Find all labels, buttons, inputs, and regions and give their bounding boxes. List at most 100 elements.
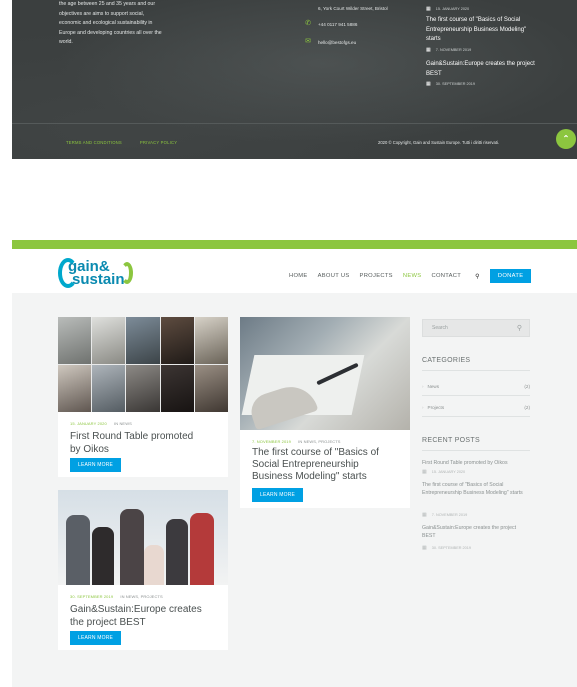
footer-phone-row[interactable]: ✆ +44 0117 941 5886: [304, 20, 357, 28]
post-date: 15. JANUARY 2020: [435, 7, 470, 11]
search-input[interactable]: Search: [432, 325, 448, 331]
map-pin-icon: [304, 4, 312, 12]
calendar-icon: ▦: [426, 6, 431, 12]
post-categories: IN NEWS, PROJECTS: [298, 439, 341, 444]
footer-phone[interactable]: +44 0117 941 5886: [318, 22, 357, 27]
site-logo[interactable]: gain& sustain: [58, 258, 133, 288]
learn-more-button[interactable]: LEARN MORE: [252, 488, 304, 502]
learn-more-button[interactable]: LEARN MORE: [70, 458, 122, 472]
nav-projects[interactable]: PROJECTS: [360, 273, 393, 279]
footer-post[interactable]: The first course of "Basics of Social En…: [426, 16, 541, 53]
calendar-icon: ▦: [426, 46, 431, 53]
recent-post-link[interactable]: The first course of "Basics of Social En…: [422, 481, 527, 498]
post-date: 7. NOVEMBER 2019: [435, 47, 472, 52]
post-title-line[interactable]: First Round Table promoted: [70, 431, 193, 444]
footer-about-line: objectives are aims to support social,: [59, 10, 145, 17]
post-title[interactable]: First Round Table promoted by Oikos: [70, 431, 193, 456]
category-item-news[interactable]: › News (2): [422, 384, 530, 389]
category-item-projects[interactable]: › Projects (2): [422, 405, 530, 410]
footer-post-title[interactable]: Gain&Sustain:Europe creates the project …: [426, 60, 541, 79]
calendar-icon: ▦: [422, 512, 427, 518]
post-image[interactable]: [58, 490, 228, 585]
calendar-icon: ▦: [426, 81, 431, 87]
logo-leaf-icon: [120, 262, 133, 284]
nav-home[interactable]: HOME: [289, 273, 308, 279]
divider: [422, 450, 530, 451]
main-nav: HOME ABOUT US PROJECTS NEWS CONTACT ⚲ DO…: [289, 269, 532, 283]
post-title-line[interactable]: Social Entrepreneurship: [252, 459, 379, 471]
post-categories: IN NEWS, PROJECTS: [120, 594, 163, 599]
footer-email[interactable]: hello@bestofgs.eu: [318, 40, 356, 45]
post-date: 15. JANUARY 2020: [70, 421, 107, 426]
footer-post-date-row: ▦ 7. NOVEMBER 2019: [426, 47, 541, 53]
back-to-top-button[interactable]: ⌃: [556, 129, 576, 149]
category-label[interactable]: News: [428, 384, 440, 389]
footer-address: 6, York Court Wilder Street, Bristol: [318, 5, 388, 11]
news-page: gain& sustain HOME ABOUT US PROJECTS NEW…: [12, 240, 577, 687]
mail-icon: ✉: [305, 38, 311, 45]
category-count: (2): [524, 405, 530, 410]
recent-post-date: ▦ 15. JANUARY 2020: [422, 469, 465, 475]
post-meta: 15. JANUARY 2020 IN NEWS: [70, 421, 132, 426]
search-icon[interactable]: ⚲: [475, 273, 480, 280]
post-title-line[interactable]: Gain&Sustain:Europe creates: [70, 604, 202, 617]
category-count: (2): [524, 384, 530, 389]
footer-address-row: 6, York Court Wilder Street, Bristol: [304, 4, 388, 12]
recent-post-date: ▦ 7. NOVEMBER 2019: [422, 512, 467, 518]
post-date: 30. SEPTEMBER 2019: [431, 546, 471, 550]
footer-post[interactable]: Gain&Sustain:Europe creates the project …: [426, 60, 541, 87]
category-label[interactable]: Projects: [428, 405, 445, 410]
post-title-line[interactable]: Business Modeling" starts: [252, 471, 379, 483]
top-accent-bar: [12, 240, 577, 249]
post-date: 7. NOVEMBER 2019: [252, 439, 291, 444]
footer-about-line: economic and ecological sustainability i…: [59, 20, 153, 26]
post-title[interactable]: Gain&Sustain:Europe creates the project …: [70, 604, 202, 629]
post-title-line[interactable]: The first course of "Basics of: [252, 447, 379, 459]
terms-link[interactable]: TERMS AND CONDITIONS: [66, 140, 122, 145]
post-title-line[interactable]: the project BEST: [70, 617, 202, 630]
footer-top-post-date: ▦ 15. JANUARY 2020: [426, 6, 469, 12]
footer-email-row[interactable]: ✉ hello@bestofgs.eu: [304, 38, 356, 46]
search-icon[interactable]: ⚲: [517, 324, 522, 332]
divider: [422, 395, 530, 396]
post-image[interactable]: [240, 317, 410, 430]
post-card: 30. SEPTEMBER 2019 IN NEWS, PROJECTS Gai…: [58, 490, 228, 650]
recent-post-link[interactable]: First Round Table promoted by Oikos: [422, 459, 534, 467]
recent-post-link[interactable]: Gain&Sustain:Europe creates the project …: [422, 524, 527, 541]
footer-copyright: 2020 © Copyright, Gain and Sustain Europ…: [378, 140, 500, 145]
post-date: 30. SEPTEMBER 2019: [70, 594, 114, 599]
post-meta: 30. SEPTEMBER 2019 IN NEWS, PROJECTS: [70, 594, 163, 599]
calendar-icon: ▦: [422, 469, 427, 475]
sidebar-search-field[interactable]: Search ⚲: [422, 319, 530, 337]
post-categories: IN NEWS: [114, 421, 132, 426]
chevron-up-icon: ⌃: [562, 134, 570, 143]
calendar-icon: ▦: [422, 545, 427, 551]
post-date: 7. NOVEMBER 2019: [431, 513, 468, 517]
post-title-line[interactable]: by Oikos: [70, 444, 193, 457]
footer-about-line: Europe and developing countries all over…: [59, 29, 162, 36]
site-header: gain& sustain HOME ABOUT US PROJECTS NEW…: [12, 249, 577, 293]
post-image[interactable]: [58, 317, 228, 412]
divider: [422, 416, 530, 417]
learn-more-button[interactable]: LEARN MORE: [70, 631, 122, 645]
footer-about-line: world.: [59, 39, 73, 45]
privacy-link[interactable]: PRIVACY POLICY: [140, 140, 177, 145]
footer-post-date-row: ▦ 30. SEPTEMBER 2019: [426, 81, 541, 87]
categories-heading: CATEGORIES: [422, 357, 471, 364]
post-card: 15. JANUARY 2020 IN NEWS First Round Tab…: [58, 317, 228, 477]
nav-contact[interactable]: CONTACT: [431, 273, 461, 279]
footer-post-title[interactable]: The first course of "Basics of Social En…: [426, 16, 541, 45]
logo-line: sustain: [72, 271, 125, 288]
post-meta: 7. NOVEMBER 2019 IN NEWS, PROJECTS: [252, 439, 341, 444]
nav-news[interactable]: NEWS: [403, 273, 422, 279]
phone-icon: ✆: [305, 20, 311, 27]
post-card: 7. NOVEMBER 2019 IN NEWS, PROJECTS The f…: [240, 317, 410, 508]
screenshot-root: the age between 25 and 35 years and our …: [0, 0, 577, 687]
donate-button[interactable]: DONATE: [489, 269, 532, 283]
footer-about-line: the age between 25 and 35 years and our: [59, 1, 156, 7]
nav-about-us[interactable]: ABOUT US: [318, 273, 350, 279]
recent-post-date: ▦ 30. SEPTEMBER 2019: [422, 545, 471, 551]
divider: [422, 370, 530, 371]
recent-posts-heading: RECENT POSTS: [422, 437, 480, 444]
post-title[interactable]: The first course of "Basics of Social En…: [252, 447, 379, 483]
